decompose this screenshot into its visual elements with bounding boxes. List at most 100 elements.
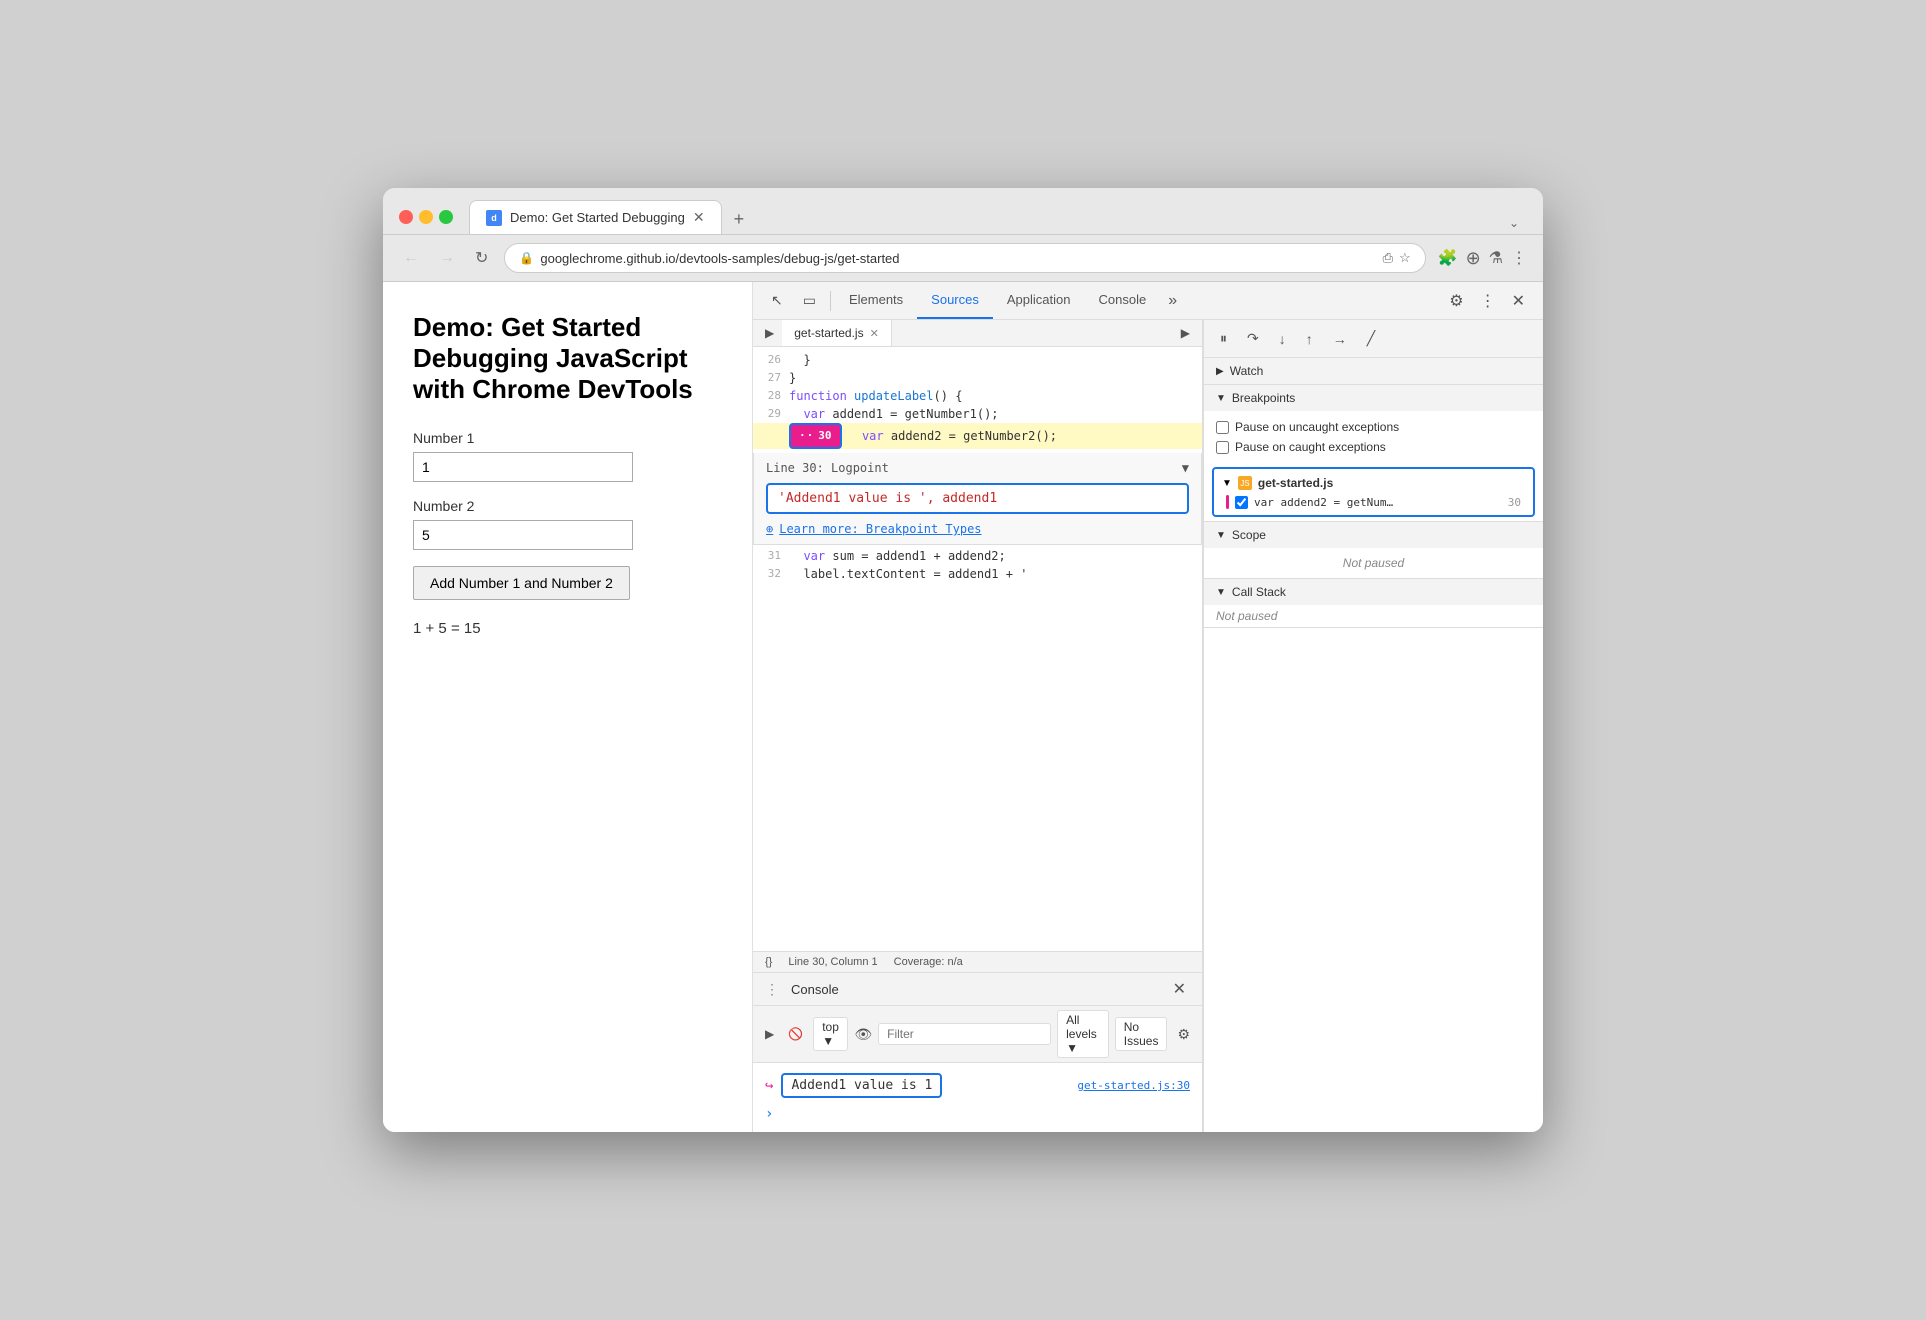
format-icon[interactable]: {} xyxy=(765,956,772,968)
console-log-link[interactable]: get-started.js:30 xyxy=(1077,1079,1190,1092)
file-nav-icon[interactable]: ▶ xyxy=(757,320,782,346)
refresh-button[interactable]: ↻ xyxy=(471,246,492,270)
file-tab-bar: ▶ get-started.js ✕ ▶ xyxy=(753,320,1202,347)
console-block-icon[interactable]: 🚫 xyxy=(784,1025,807,1043)
code-line-26: 26 } xyxy=(753,351,1202,369)
step-out-button[interactable]: ↑ xyxy=(1298,327,1321,351)
devtools-panel: ↖ ▭ Elements Sources Application Console… xyxy=(753,282,1543,1132)
number1-label: Number 1 xyxy=(413,430,722,446)
extensions-icon[interactable]: 🧩 xyxy=(1438,248,1458,268)
bp-entry-checkbox[interactable] xyxy=(1235,496,1248,509)
tab-elements[interactable]: Elements xyxy=(835,282,917,319)
number1-input[interactable] xyxy=(413,452,633,482)
scope-status: Not paused xyxy=(1343,556,1404,570)
file-tab-close-icon[interactable]: ✕ xyxy=(870,327,879,340)
scope-section: ▼ Scope Not paused xyxy=(1204,522,1543,579)
pause-caught-checkbox[interactable] xyxy=(1216,441,1229,454)
bp-entry-code: var addend2 = getNum… xyxy=(1254,496,1393,509)
close-button[interactable] xyxy=(399,210,413,224)
step-into-button[interactable]: ↓ xyxy=(1271,327,1294,351)
console-toolbar: ⋮ Console ✕ xyxy=(753,973,1202,1006)
maximize-button[interactable] xyxy=(439,210,453,224)
console-execute-icon[interactable]: ▶ xyxy=(761,1025,778,1043)
add-button[interactable]: Add Number 1 and Number 2 xyxy=(413,566,630,600)
code-editor[interactable]: 26 } 27 } 28 function updateLabel() { xyxy=(753,347,1202,951)
devtools-more-icon[interactable]: ⋮ xyxy=(1474,283,1502,319)
devtools-settings-icon[interactable]: ⚙ xyxy=(1439,283,1473,319)
deactivate-breakpoints-button[interactable]: ╱ xyxy=(1359,326,1383,351)
console-levels-button[interactable]: All levels ▼ xyxy=(1057,1010,1109,1058)
breakpoints-section-header[interactable]: ▼ Breakpoints xyxy=(1204,385,1543,411)
watch-section: ▶ Watch xyxy=(1204,358,1543,385)
status-coverage: Coverage: n/a xyxy=(894,956,963,968)
scope-section-header[interactable]: ▼ Scope xyxy=(1204,522,1543,548)
inspect-icon[interactable]: ↖ xyxy=(761,284,793,317)
lock-icon: 🔒 xyxy=(519,251,534,265)
logpoint-learn-more-link[interactable]: ⊕ Learn more: Breakpoint Types xyxy=(766,522,1189,536)
console-issues-button[interactable]: No Issues xyxy=(1115,1017,1168,1051)
scope-label: Scope xyxy=(1232,528,1266,542)
tab-close-icon[interactable]: ✕ xyxy=(693,209,705,226)
js-file-icon: JS xyxy=(1238,476,1252,490)
tab-console[interactable]: Console xyxy=(1084,282,1160,319)
pause-uncaught-checkbox[interactable] xyxy=(1216,421,1229,434)
console-eye-icon[interactable]: 👁 xyxy=(854,1026,872,1043)
logpoint-title: Line 30: Logpoint xyxy=(766,461,889,475)
bp-entry-num: 30 xyxy=(1508,496,1521,509)
menu-icon[interactable]: ⋮ xyxy=(1511,248,1527,268)
tab-sources[interactable]: Sources xyxy=(917,282,993,319)
callstack-status: Not paused xyxy=(1216,609,1277,623)
status-position: Line 30, Column 1 xyxy=(788,956,877,968)
code-line-31: 31 var sum = addend1 + addend2; xyxy=(753,547,1202,565)
breakpoint-marker[interactable]: ·· 30 xyxy=(789,423,842,449)
watch-section-header[interactable]: ▶ Watch xyxy=(1204,358,1543,384)
active-tab[interactable]: d Demo: Get Started Debugging ✕ xyxy=(469,200,722,234)
bp-file-header: ▼ JS get-started.js xyxy=(1222,473,1525,493)
debug-toolbar: ⏸ ↷ ↓ ↑ → ╱ xyxy=(1204,320,1543,358)
minimize-button[interactable] xyxy=(419,210,433,224)
step-button[interactable]: → xyxy=(1325,327,1355,351)
more-tabs-icon[interactable]: » xyxy=(1160,284,1185,318)
webpage-panel: Demo: Get Started Debugging JavaScript w… xyxy=(383,282,753,1132)
console-filter-input[interactable] xyxy=(878,1023,1051,1045)
logpoint-dropdown-icon[interactable]: ▼ xyxy=(1182,461,1189,475)
profile-icon[interactable]: ⊕ xyxy=(1466,248,1481,269)
bookmark-icon[interactable]: ☆ xyxy=(1399,250,1411,266)
file-tab-get-started[interactable]: get-started.js ✕ xyxy=(782,320,892,346)
browser-window: d Demo: Get Started Debugging ✕ + ⌄ ← → … xyxy=(383,188,1543,1132)
device-icon[interactable]: ▭ xyxy=(793,284,826,317)
new-tab-button[interactable]: + xyxy=(726,205,753,234)
forward-button[interactable]: → xyxy=(435,247,459,269)
url-bar[interactable]: 🔒 googlechrome.github.io/devtools-sample… xyxy=(504,243,1425,273)
console-settings-icon[interactable]: ⚙ xyxy=(1173,1024,1194,1045)
result-text: 1 + 5 = 15 xyxy=(413,620,722,637)
url-text: googlechrome.github.io/devtools-samples/… xyxy=(540,251,1376,266)
flask-icon[interactable]: ⚗ xyxy=(1489,248,1503,268)
console-cursor[interactable]: › xyxy=(765,1102,1190,1126)
console-close-icon[interactable]: ✕ xyxy=(1165,973,1194,1005)
devtools-close-icon[interactable]: ✕ xyxy=(1502,283,1535,319)
main-content: Demo: Get Started Debugging JavaScript w… xyxy=(383,282,1543,1132)
number2-input[interactable] xyxy=(413,520,633,550)
sources-left: ▶ get-started.js ✕ ▶ 26 } xyxy=(753,320,1203,1132)
pause-resume-button[interactable]: ⏸ xyxy=(1212,326,1235,351)
bp-indicator xyxy=(1226,495,1229,509)
pause-uncaught-label: Pause on uncaught exceptions xyxy=(1235,420,1399,434)
callstack-section-header[interactable]: ▼ Call Stack xyxy=(1204,579,1543,605)
execute-snippet-icon[interactable]: ▶ xyxy=(1173,320,1198,346)
logpoint-icon: ↪ xyxy=(765,1078,773,1094)
logpoint-input[interactable]: 'Addend1 value is ', addend1 xyxy=(766,483,1189,514)
breakpoints-triangle-icon: ▼ xyxy=(1216,393,1226,404)
back-button[interactable]: ← xyxy=(399,247,423,269)
console-context-selector[interactable]: top ▼ xyxy=(813,1017,848,1051)
traffic-lights xyxy=(399,210,453,224)
pause-caught-row: Pause on caught exceptions xyxy=(1216,437,1531,457)
step-over-button[interactable]: ↷ xyxy=(1239,326,1267,351)
console-drag-handle[interactable]: ⋮ xyxy=(761,977,783,1002)
file-tab-label: get-started.js xyxy=(794,326,863,340)
share-icon[interactable]: ⎙ xyxy=(1383,250,1393,266)
page-title: Demo: Get Started Debugging JavaScript w… xyxy=(413,312,722,406)
scope-triangle-icon: ▼ xyxy=(1216,530,1226,541)
tab-application[interactable]: Application xyxy=(993,282,1085,319)
tab-overflow-icon[interactable]: ⌄ xyxy=(1501,212,1527,234)
